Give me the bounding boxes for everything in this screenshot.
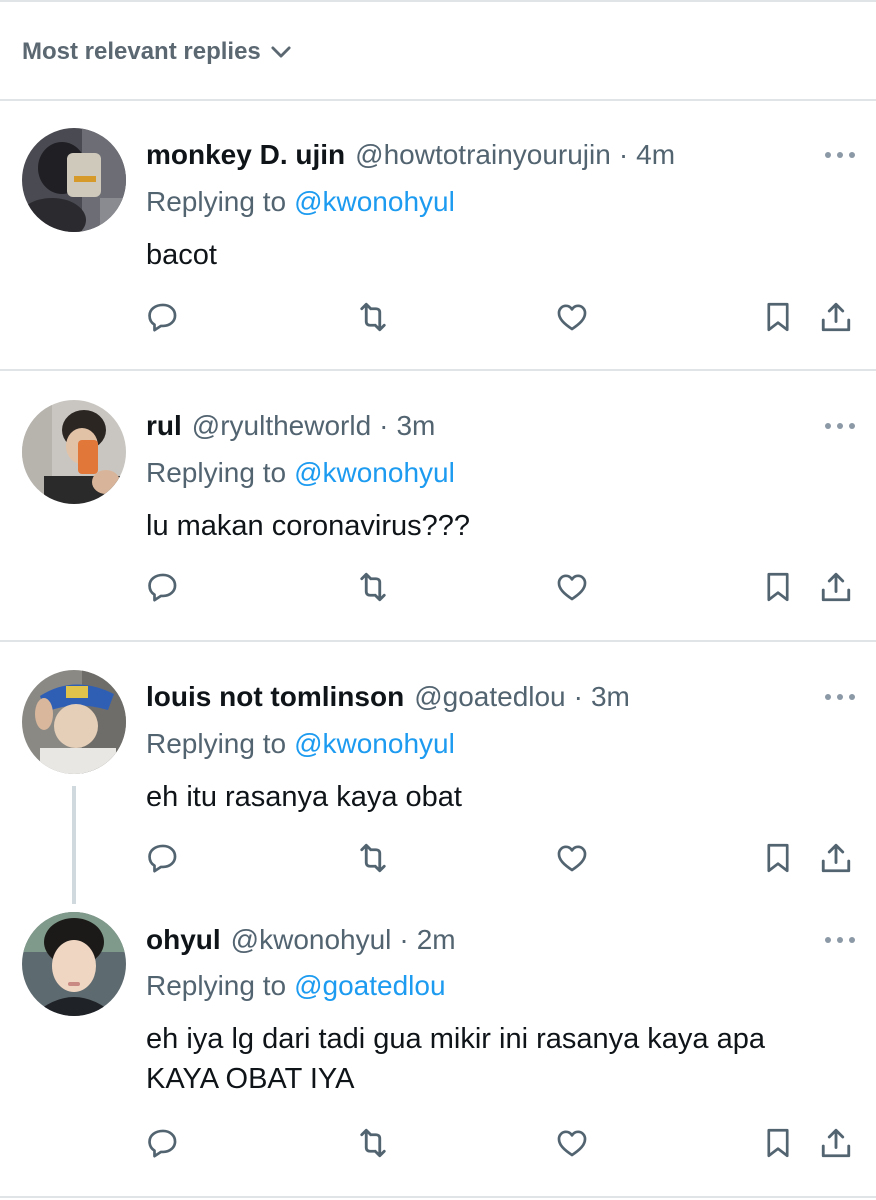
user-handle[interactable]: @goatedlou — [414, 681, 565, 713]
like-icon — [557, 574, 587, 601]
retweet-icon — [360, 843, 386, 873]
bookmark-icon — [767, 572, 789, 602]
sort-label: Most relevant replies — [22, 38, 261, 65]
reply-tweet[interactable]: monkey D. ujin @howtotrainyourujin · 4m … — [0, 101, 876, 369]
share-button[interactable] — [816, 297, 856, 337]
sort-replies-dropdown[interactable]: Most relevant replies — [22, 32, 295, 72]
tweet-text: bacot — [146, 239, 217, 271]
replying-to-label: Replying to — [146, 186, 287, 217]
timestamp[interactable]: 3m — [396, 410, 435, 442]
like-button[interactable] — [552, 297, 592, 337]
tweet-text: lu makan coronavirus??? — [146, 510, 471, 542]
separator: · — [399, 924, 409, 955]
divider — [0, 1196, 876, 1198]
bookmark-button[interactable] — [758, 1123, 798, 1163]
bookmark-icon — [767, 1128, 789, 1158]
more-icon[interactable] — [822, 930, 858, 950]
replying-to-label: Replying to — [146, 457, 287, 488]
mention-link[interactable]: @goatedlou — [294, 970, 445, 1002]
replying-to-label: Replying to — [146, 970, 287, 1001]
like-button[interactable] — [552, 838, 592, 878]
separator: · — [379, 410, 389, 441]
more-icon[interactable] — [822, 416, 858, 436]
avatar[interactable] — [22, 670, 126, 774]
share-button[interactable] — [816, 567, 856, 607]
replying-to-label: Replying to — [146, 728, 287, 759]
tweet-text: eh iya lg dari tadi gua mikir ini rasany… — [146, 1019, 856, 1099]
display-name[interactable]: ohyul — [146, 924, 221, 956]
reply-icon — [148, 573, 177, 602]
timestamp[interactable]: 4m — [636, 139, 675, 171]
display-name[interactable]: rul — [146, 410, 182, 442]
retweet-icon — [360, 572, 386, 602]
like-button[interactable] — [552, 1123, 592, 1163]
reply-button[interactable] — [143, 567, 183, 607]
reply-tweet[interactable]: louis not tomlinson @goatedlou · 3m Repl… — [0, 642, 876, 900]
divider — [0, 0, 876, 2]
bookmark-button[interactable] — [758, 838, 798, 878]
like-button[interactable] — [552, 567, 592, 607]
retweet-button[interactable] — [353, 567, 393, 607]
like-icon — [557, 845, 587, 872]
user-handle[interactable]: @kwonohyul — [231, 924, 392, 956]
reply-icon — [148, 303, 177, 332]
retweet-icon — [360, 302, 386, 332]
display-name[interactable]: monkey D. ujin — [146, 139, 345, 171]
chevron-down-icon — [271, 46, 291, 58]
avatar[interactable] — [22, 400, 126, 504]
separator: · — [573, 681, 583, 712]
reply-icon — [148, 844, 177, 873]
reply-icon — [148, 1129, 177, 1158]
retweet-button[interactable] — [353, 297, 393, 337]
retweet-button[interactable] — [353, 838, 393, 878]
more-icon[interactable] — [822, 687, 858, 707]
reply-button[interactable] — [143, 1123, 183, 1163]
reply-button[interactable] — [143, 297, 183, 337]
bookmark-icon — [767, 302, 789, 332]
user-handle[interactable]: @ryultheworld — [192, 410, 371, 442]
like-icon — [557, 1130, 587, 1157]
tweet-text-line: eh iya lg dari tadi gua mikir ini rasany… — [146, 1023, 765, 1055]
tweet-text-line: KAYA OBAT IYA — [146, 1063, 355, 1095]
reply-tweet[interactable]: ohyul @kwonohyul · 2m Replying to @goate… — [0, 900, 876, 1196]
mention-link[interactable]: @kwonohyul — [294, 728, 455, 760]
mention-link[interactable]: @kwonohyul — [294, 186, 455, 218]
share-button[interactable] — [816, 1123, 856, 1163]
mention-link[interactable]: @kwonohyul — [294, 457, 455, 489]
share-icon — [821, 302, 851, 332]
retweet-button[interactable] — [353, 1123, 393, 1163]
retweet-icon — [360, 1128, 386, 1158]
like-icon — [557, 304, 587, 331]
reply-button[interactable] — [143, 838, 183, 878]
separator: · — [618, 139, 629, 170]
share-icon — [821, 1128, 851, 1158]
share-button[interactable] — [816, 838, 856, 878]
tweet-text: eh itu rasanya kaya obat — [146, 781, 462, 813]
timestamp[interactable]: 3m — [591, 681, 630, 713]
share-icon — [821, 843, 851, 873]
display-name[interactable]: louis not tomlinson — [146, 681, 404, 713]
avatar[interactable] — [22, 912, 126, 1016]
user-handle[interactable]: @howtotrainyourujin — [355, 139, 611, 171]
timestamp[interactable]: 2m — [417, 924, 456, 956]
bookmark-button[interactable] — [758, 297, 798, 337]
bookmark-button[interactable] — [758, 567, 798, 607]
avatar[interactable] — [22, 128, 126, 232]
reply-tweet[interactable]: rul @ryultheworld · 3m Replying to @kwon… — [0, 371, 876, 639]
bookmark-icon — [767, 843, 789, 873]
more-icon[interactable] — [822, 145, 858, 165]
share-icon — [821, 572, 851, 602]
